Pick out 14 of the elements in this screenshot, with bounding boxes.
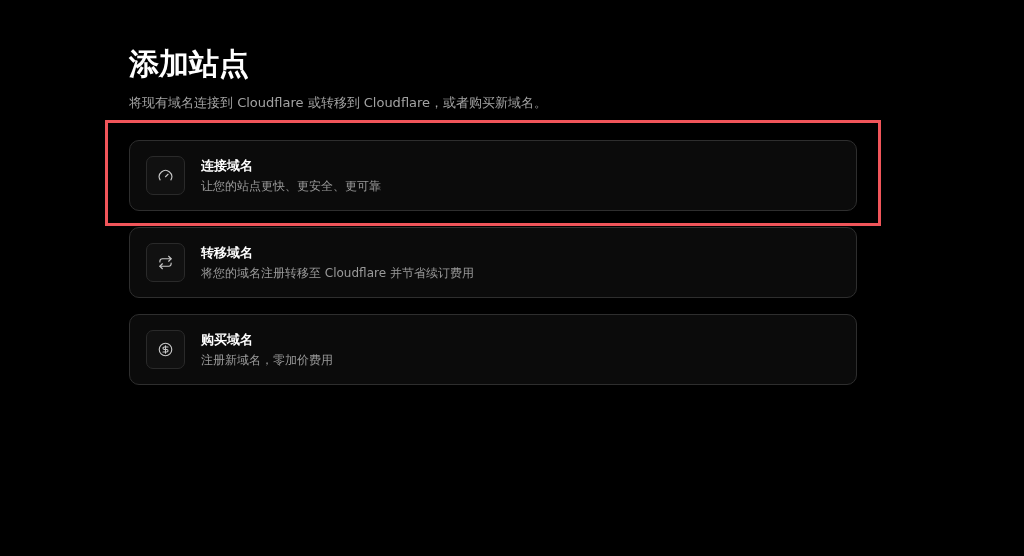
gauge-icon	[158, 168, 173, 183]
option-card[interactable]: 购买域名 注册新域名，零加价费用	[129, 314, 857, 385]
page-subtitle: 将现有域名连接到 Cloudflare 或转移到 Cloudflare，或者购买新域名。	[129, 94, 549, 112]
option-card[interactable]: 转移域名 将您的域名注册转移至 Cloudflare 并节省续订费用	[129, 227, 857, 298]
option-card[interactable]: 连接域名 让您的站点更快、更安全、更可靠	[129, 140, 857, 211]
option-title: 购买域名	[201, 330, 254, 349]
option-title: 转移域名	[201, 243, 254, 262]
transfer-icon	[158, 255, 173, 270]
option-title: 连接域名	[201, 156, 254, 175]
option-description: 让您的站点更快、更安全、更可靠	[201, 177, 381, 195]
dollar-coin-icon	[158, 342, 173, 357]
option-description: 注册新域名，零加价费用	[201, 351, 333, 369]
option-description: 将您的域名注册转移至 Cloudflare 并节省续订费用	[201, 264, 474, 282]
page-title: 添加站点	[129, 45, 250, 83]
